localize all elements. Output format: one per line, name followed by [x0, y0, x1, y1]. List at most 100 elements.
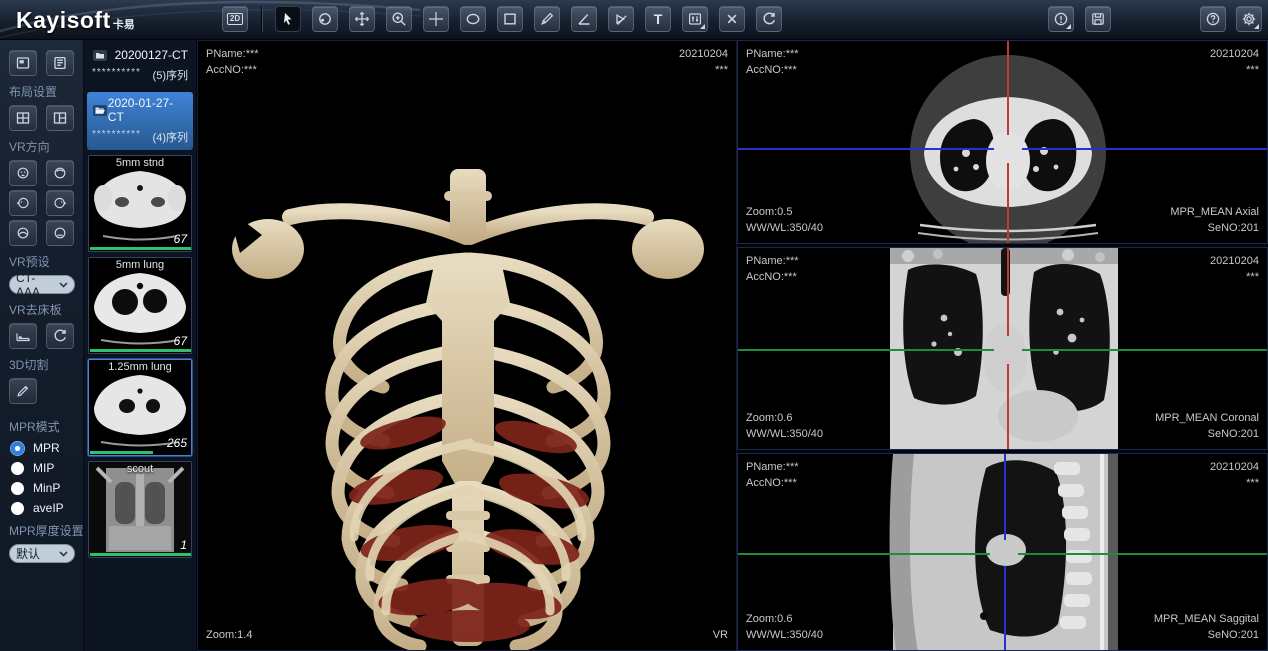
study-date-text: 20210204: [1210, 460, 1259, 476]
vr-viewport[interactable]: PName:*** AccNO:*** 20210204 *** Zoom:1.…: [197, 40, 737, 651]
zoom-tool-button[interactable]: [386, 6, 412, 32]
coronal-crosshair-v-bottom[interactable]: [1007, 364, 1009, 450]
text-annotation-tool-button[interactable]: T: [645, 6, 671, 32]
layout-grid-2x2-button[interactable]: [9, 105, 37, 131]
ellipse-icon: [465, 11, 481, 27]
vr-direction-right-button[interactable]: [46, 190, 74, 216]
axial-crosshair-v-top[interactable]: [1007, 41, 1009, 135]
vr-preset-select[interactable]: CT-AAA: [9, 275, 75, 294]
mpr-axial-viewport[interactable]: PName:*** AccNO:*** 20210204 *** Zoom:0.…: [737, 40, 1268, 244]
study-item-1[interactable]: 20200127-CT ********** (5)序列: [87, 44, 193, 88]
thumbnail-label: 5mm stnd: [89, 157, 191, 169]
pname-text: PName:***: [206, 47, 259, 63]
mpr-mode-radio-aveip[interactable]: aveIP: [11, 501, 72, 515]
scalpel-cut-button[interactable]: [9, 378, 37, 404]
angle-tool-button[interactable]: [571, 6, 597, 32]
ellipse-roi-tool-button[interactable]: [460, 6, 486, 32]
layout-preset-button[interactable]: [46, 50, 74, 76]
accno-text: AccNO:***: [746, 63, 799, 79]
vr-direction-inferior-button[interactable]: [46, 220, 74, 246]
crosshair-icon: [428, 11, 444, 27]
study-date-text: 20210204: [679, 47, 728, 63]
help-button[interactable]: [1200, 6, 1226, 32]
close-x-icon: [724, 11, 740, 27]
sagittal-crosshair-v-top[interactable]: [1004, 454, 1006, 540]
mpr-mode-radio-mip[interactable]: MIP: [11, 461, 72, 475]
study-item-2-selected[interactable]: 2020-01-27-CT ********** (4)序列: [87, 92, 193, 150]
series-panel: 20200127-CT ********** (5)序列 2020-01-27-…: [84, 40, 197, 651]
mpr-thickness-select[interactable]: 默认: [9, 544, 75, 563]
masked-text: ***: [1210, 476, 1259, 492]
settings-button[interactable]: [1236, 6, 1262, 32]
zoom-in-icon: [391, 11, 407, 27]
remove-bed-button[interactable]: [9, 323, 37, 349]
thumbnail-label: scout: [89, 463, 191, 475]
zoom-text: Zoom:0.6: [746, 612, 823, 628]
reset-bed-button[interactable]: [46, 323, 74, 349]
mpr-mode-label: MPR模式: [9, 418, 74, 435]
orbit-rotate-tool-button[interactable]: [312, 6, 338, 32]
axial-crosshair-h-left[interactable]: [738, 148, 994, 150]
layout-monitor-icon: [15, 55, 31, 71]
mpr-mode-radio-mpr[interactable]: MPR: [11, 441, 72, 455]
thumbnail-label: 5mm lung: [89, 259, 191, 271]
mpr-mode-radio-minp[interactable]: MinP: [11, 481, 72, 495]
pname-text: PName:***: [746, 47, 799, 63]
axial-overlay-study: 20210204 ***: [1210, 47, 1259, 79]
study-patient-masked: **********: [92, 67, 141, 83]
measure-line-tool-button[interactable]: [534, 6, 560, 32]
head-bottom-icon: [52, 225, 68, 241]
reset-view-button[interactable]: [756, 6, 782, 32]
masked-text: ***: [1210, 63, 1259, 79]
sagittal-crosshair-v-bottom[interactable]: [1004, 566, 1006, 651]
series-thumbnail-scout[interactable]: scout 1: [88, 461, 192, 558]
thumbnail-progress-bar: [90, 451, 153, 454]
mpr-coronal-viewport[interactable]: PName:*** AccNO:*** 20210204 *** Zoom:0.…: [737, 247, 1268, 450]
accno-text: AccNO:***: [746, 476, 799, 492]
3d-cut-label: 3D切割: [9, 356, 74, 373]
reset-icon: [52, 328, 68, 344]
save-button[interactable]: [1085, 6, 1111, 32]
study-series-count: (5)序列: [153, 67, 188, 83]
thumbnail-progress-bar: [90, 349, 192, 352]
grid-2x2-icon: [15, 110, 31, 126]
vr-direction-superior-button[interactable]: [9, 220, 37, 246]
2d-mode-button[interactable]: 2D: [222, 6, 248, 32]
vr-direction-left-button[interactable]: [9, 190, 37, 216]
sagittal-crosshair-h-right[interactable]: [1018, 553, 1268, 555]
sagittal-overlay-study: 20210204 ***: [1210, 460, 1259, 492]
2d-icon: 2D: [227, 13, 243, 25]
accno-text: AccNO:***: [206, 63, 259, 79]
toolbar-left-group: 2D: [222, 6, 782, 32]
coronal-crosshair-h-right[interactable]: [1022, 349, 1268, 351]
report-info-button[interactable]: [1048, 6, 1074, 32]
zoom-text: Zoom:0.5: [746, 205, 823, 221]
coronal-overlay-study: 20210204 ***: [1210, 254, 1259, 286]
axial-crosshair-h-right[interactable]: [1022, 148, 1268, 150]
delete-annotations-button[interactable]: [719, 6, 745, 32]
pointer-tool-button[interactable]: [275, 6, 301, 32]
series-thumbnail-5mm-stnd[interactable]: 5mm stnd 67: [88, 155, 192, 252]
vr-direction-posterior-button[interactable]: [46, 160, 74, 186]
layout-single-button[interactable]: [9, 50, 37, 76]
rectangle-roi-tool-button[interactable]: [497, 6, 523, 32]
crosshair-tool-button[interactable]: [423, 6, 449, 32]
sagittal-crosshair-h-left[interactable]: [738, 553, 990, 555]
bed-icon: [15, 328, 31, 344]
zoom-text: Zoom:0.6: [746, 411, 823, 427]
study-title: 20200127-CT: [115, 48, 188, 62]
window-level-tool-button[interactable]: [682, 6, 708, 32]
study-title: 2020-01-27-CT: [108, 96, 188, 124]
mpr-sagittal-viewport[interactable]: PName:*** AccNO:*** 20210204 *** Zoom:0.…: [737, 453, 1268, 651]
series-thumbnail-5mm-lung[interactable]: 5mm lung 67: [88, 257, 192, 354]
wwwl-text: WW/WL:350/40: [746, 628, 823, 644]
layout-grid-1-2-button[interactable]: [46, 105, 74, 131]
orbit-rotate-icon: [317, 11, 333, 27]
pan-tool-button[interactable]: [349, 6, 375, 32]
series-thumbnail-1-25mm-lung[interactable]: 1.25mm lung 265: [88, 359, 192, 456]
cobb-angle-tool-button[interactable]: [608, 6, 634, 32]
vr-direction-anterior-button[interactable]: [9, 160, 37, 186]
axial-crosshair-v-bottom[interactable]: [1007, 163, 1009, 244]
coronal-crosshair-v-top[interactable]: [1007, 248, 1009, 336]
coronal-crosshair-h-left[interactable]: [738, 349, 994, 351]
